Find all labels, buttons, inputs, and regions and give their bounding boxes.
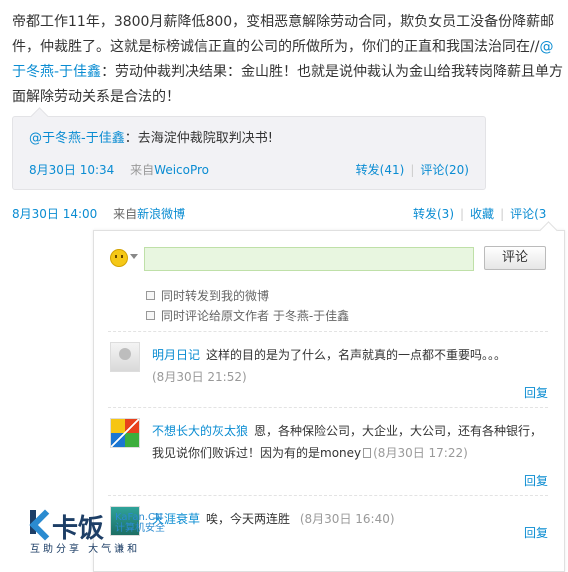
original-source-link[interactable]: WeicoPro [154,163,209,177]
box-pointer [30,107,49,126]
original-author-link[interactable]: @于冬燕-于佳鑫 [29,131,125,146]
post-source-prefix: 来自 [113,207,138,221]
kafan-logo-icon [30,508,52,534]
original-comment-link[interactable]: 评论(20) [420,163,469,177]
divider: | [500,207,505,221]
original-post-body: ：去海淀仲裁院取判决书! [124,131,273,146]
source-prefix: 来自 [130,163,155,177]
reply-link[interactable]: 回复 [524,524,548,541]
comment-item: 不想长大的灰太狼 恩，各种保险公司，大企业，大公司，还有各种银行，我见说你们败诉过… [108,407,548,496]
original-post-text: @于冬燕-于佳鑫：去海淀仲裁院取判决书! [29,127,273,146]
repost-checkbox[interactable] [146,291,155,300]
comment-user-link[interactable]: 明月日记 [152,348,200,362]
post-text: 帝都工作11年，3800月薪降低800，变相恶意解除劳动合同，欺负女员工没备份降… [12,10,564,110]
divider: | [460,207,465,221]
divider: | [410,163,415,177]
post-meta: 8月30日 14:00 来自新浪微博 [12,205,185,222]
watermark-domain: KaFan.CN [115,512,163,523]
reply-link[interactable]: 回复 [524,384,548,401]
repost-link[interactable]: 转发(3) [413,207,454,221]
avatar[interactable] [110,418,140,448]
favorite-link[interactable]: 收藏 [470,207,494,221]
comment-text: 这样的目的是为了什么，名声就真的一点都不重要吗。。。 [206,348,507,362]
original-repost-link[interactable]: 转发(41) [356,163,405,177]
watermark-slogan: 互助分享 大气谦和 [30,544,141,555]
original-post-box: @于冬燕-于佳鑫：去海淀仲裁院取判决书! 8月30日 10:34 来自Weico… [12,107,486,190]
post-source-link[interactable]: 新浪微博 [137,207,185,221]
comment-body: 不想长大的灰太狼 恩，各种保险公司，大企业，大公司，还有各种银行，我见说你们败诉过… [152,420,544,464]
chevron-down-icon[interactable] [130,254,138,259]
post-text-body: 帝都工作11年，3800月薪降低800，变相恶意解除劳动合同，欺负女员工没备份降… [12,14,555,55]
repost-option-label: 同时转发到我的微博 [161,289,270,303]
repost-option[interactable]: 同时转发到我的微博 [146,287,269,304]
original-post-time[interactable]: 8月30日 10:34 [29,163,114,177]
comment-text: 唉，今天两连胜 [206,512,291,526]
comment-body: 明月日记 这样的目的是为了什么，名声就真的一点都不重要吗。。。 (8月30日 21… [152,344,544,388]
comment-origin-label: 同时评论给原文作者 于冬燕-于佳鑫 [161,309,350,323]
original-post-meta: 8月30日 10:34 来自WeicoPro [29,161,209,178]
kafan-watermark: 卡饭 KaFan.CN 计算机安全 互助分享 大气谦和 [30,508,210,556]
comment-time: (8月30日 17:22) [373,446,468,460]
watermark-tagline: 计算机安全 [115,523,165,534]
original-post-actions: 转发(41) | 评论(20) [356,161,469,178]
comment-time: (8月30日 21:52) [152,370,247,384]
comment-time: (8月30日 16:40) [299,512,395,526]
comment-input[interactable] [144,247,474,271]
post-time[interactable]: 8月30日 14:00 [12,207,97,221]
panel-pointer [539,221,558,240]
comment-body: 天涯衰草 唉，今天两连胜 (8月30日 16:40) [152,508,544,530]
comment-user-link[interactable]: 不想长大的灰太狼 [152,424,248,438]
avatar[interactable] [110,342,140,372]
attachment-icon [363,448,372,458]
emoticon-icon[interactable] [110,249,128,267]
submit-comment-button[interactable]: 评论 [484,246,546,270]
reply-link[interactable]: 回复 [524,472,548,489]
comment-origin-checkbox[interactable] [146,311,155,320]
watermark-domain-block: KaFan.CN 计算机安全 [115,512,165,534]
comment-link[interactable]: 评论(3 [510,207,546,221]
comment-item: 明月日记 这样的目的是为了什么，名声就真的一点都不重要吗。。。 (8月30日 21… [108,331,548,408]
comment-origin-option[interactable]: 同时评论给原文作者 于冬燕-于佳鑫 [146,307,349,324]
post-actions: 转发(3) | 收藏 | 评论(3 [413,205,546,222]
